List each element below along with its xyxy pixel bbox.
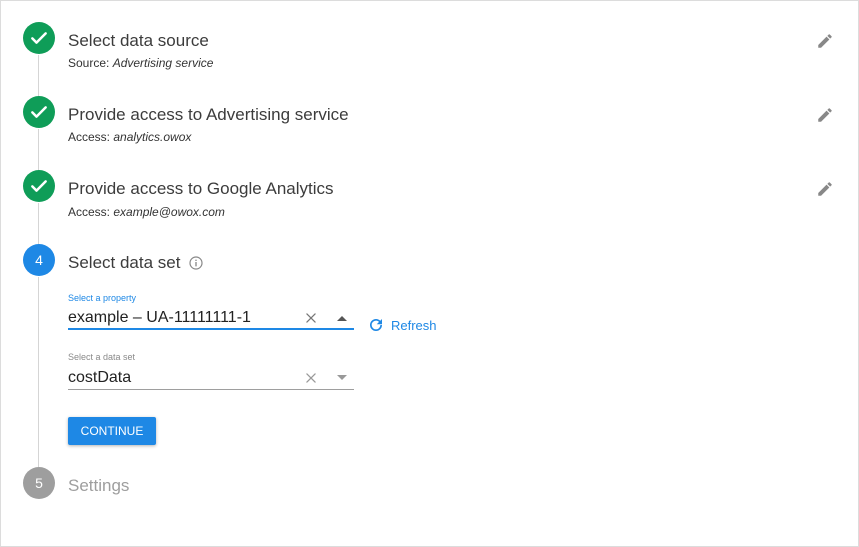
property-select-underline — [68, 328, 354, 330]
step-4-indicator: 4 — [23, 244, 55, 276]
step-3-done-indicator — [23, 170, 55, 202]
step-1-subtitle: Source: Advertising service — [68, 56, 213, 70]
step-2-sub-value: analytics.owox — [113, 130, 192, 144]
step-1-title: Select data source — [68, 31, 209, 50]
info-icon[interactable] — [188, 255, 204, 271]
pencil-icon[interactable] — [816, 180, 834, 198]
chevron-down-icon[interactable] — [336, 374, 348, 382]
dataset-select[interactable]: costData — [68, 366, 354, 390]
step-connector — [38, 55, 39, 97]
continue-button[interactable]: CONTINUE — [68, 417, 156, 445]
step-connector — [38, 203, 39, 245]
property-select[interactable]: example – UA-11111111-1 — [68, 306, 354, 330]
step-connector — [38, 277, 39, 467]
property-field-label: Select a property — [68, 293, 137, 303]
step-1-sub-value: Advertising service — [112, 56, 214, 70]
refresh-label: Refresh — [391, 317, 437, 333]
stepper-panel: Select data source Source: Advertising s… — [0, 0, 859, 547]
arrow-up-icon[interactable] — [336, 314, 348, 322]
refresh-icon — [370, 319, 382, 331]
step-2-done-indicator — [23, 96, 55, 128]
step-2-sub-label: Access: — [68, 130, 111, 144]
step-5-indicator: 5 — [23, 467, 55, 499]
step-5-title: Settings — [68, 476, 130, 495]
step-3-subtitle: Access: example@owox.com — [68, 205, 225, 219]
dataset-select-value: costData — [68, 369, 132, 386]
step-1-done-indicator — [23, 22, 55, 54]
dataset-select-underline — [68, 389, 354, 390]
dataset-field-label: Select a data set — [68, 352, 136, 362]
check-icon — [31, 106, 47, 118]
step-2-title: Provide access to Advertising service — [68, 105, 349, 124]
step-3-title: Provide access to Google Analytics — [68, 179, 334, 198]
step-2-subtitle: Access: analytics.owox — [68, 130, 191, 144]
step-connector — [38, 129, 39, 171]
step-3-sub-label: Access: — [68, 205, 111, 219]
close-icon[interactable] — [304, 371, 318, 385]
pencil-icon[interactable] — [816, 32, 834, 50]
step-3-sub-value: example@owox.com — [113, 205, 225, 219]
check-icon — [31, 180, 47, 192]
pencil-icon[interactable] — [816, 106, 834, 124]
close-icon[interactable] — [304, 311, 318, 325]
property-select-value: example – UA-11111111-1 — [68, 309, 251, 326]
step-1-sub-label: Source: — [68, 56, 110, 70]
check-icon — [31, 32, 47, 44]
step-4-title: Select data set — [68, 253, 181, 272]
refresh-button[interactable]: Refresh — [367, 315, 437, 335]
